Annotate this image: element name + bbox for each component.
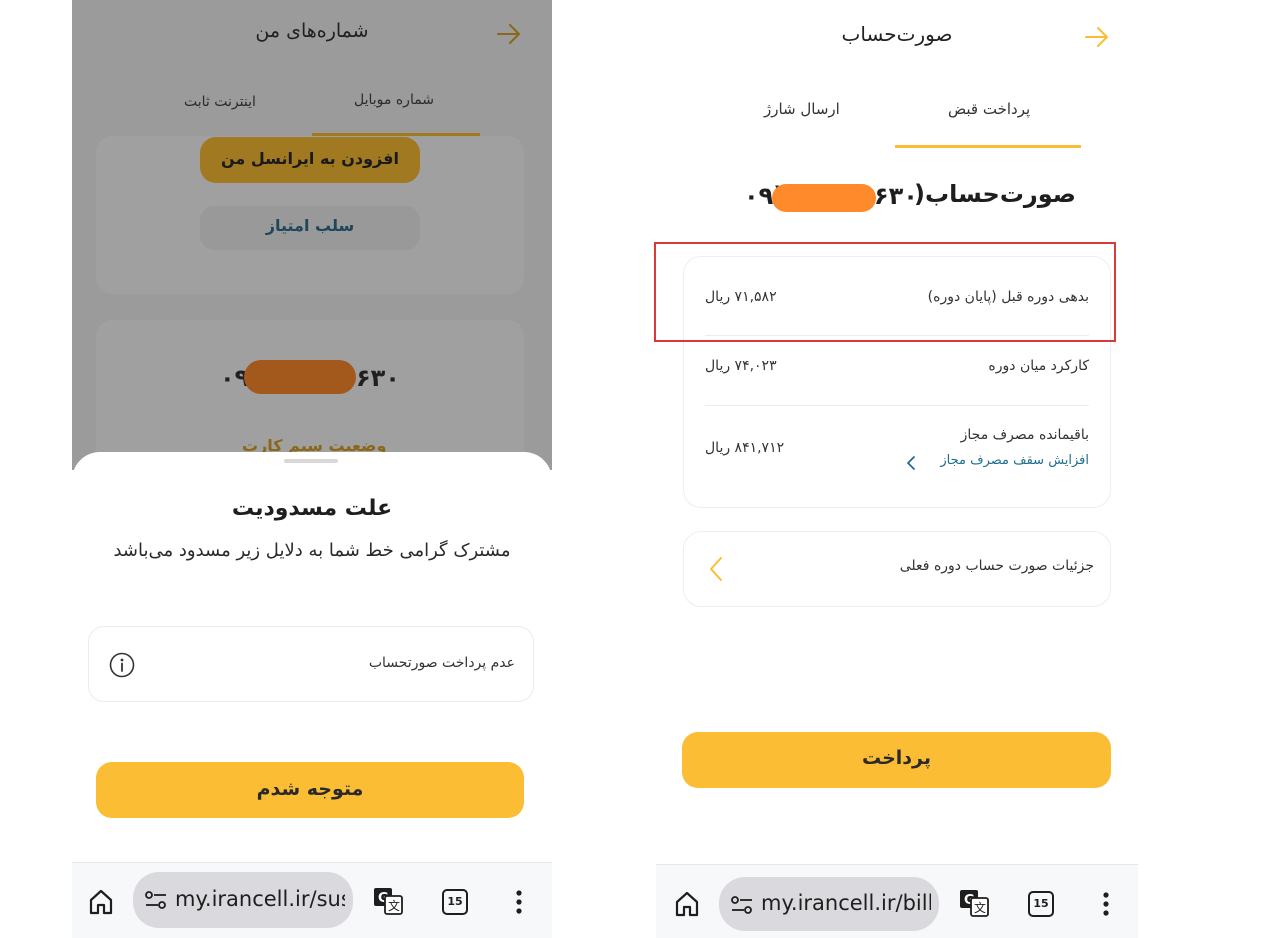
translate-icon[interactable]: G 文 (958, 887, 990, 919)
active-tab-underline (895, 145, 1081, 148)
sheet-subtitle: مشترک گرامی خط شما به دلایل زیر مسدود می… (113, 540, 511, 561)
row-label: کارکرد میان دوره (988, 358, 1089, 374)
pay-button[interactable]: پرداخت (682, 732, 1111, 788)
url-text[interactable]: my.irancell.ir/bill/p (761, 891, 931, 915)
row-remaining-allowance: باقیمانده مصرف مجاز ۸۴۱,۷۱۲ ریال افزایش … (705, 427, 1089, 477)
reason-text: عدم پرداخت صورتحساب (368, 655, 515, 671)
divider (705, 405, 1089, 406)
reason-card: عدم پرداخت صورتحساب (88, 626, 534, 702)
svg-text:文: 文 (388, 898, 400, 913)
tab-switcher-button[interactable]: 15 (442, 889, 468, 915)
chevron-left-icon[interactable] (905, 455, 917, 471)
tab-send-charge[interactable]: ارسال شارژ (764, 100, 840, 118)
redaction-mark (772, 184, 876, 212)
tab-switcher-button[interactable]: 15 (1028, 891, 1054, 917)
svg-text:文: 文 (974, 900, 986, 915)
home-icon[interactable] (88, 888, 114, 916)
chevron-left-icon[interactable] (708, 556, 724, 582)
row-mid-period-usage: کارکرد میان دوره ۷۴,۰۲۳ ریال (705, 358, 1089, 378)
more-menu-icon[interactable] (509, 889, 529, 915)
row-value: ۷۴,۰۲۳ ریال (705, 358, 777, 374)
sheet-drag-handle[interactable] (284, 459, 338, 463)
info-icon (109, 652, 135, 678)
phone-suffix: ۶۳۰ (874, 182, 918, 210)
address-bar[interactable]: my.irancell.ir/bill/p (719, 877, 939, 931)
url-text[interactable]: my.irancell.ir/susp (175, 887, 345, 911)
row-value: ۸۴۱,۷۱۲ ریال (705, 440, 785, 456)
bill-heading: صورت‌حساب( (914, 180, 1076, 208)
increase-limit-link[interactable]: افزایش سقف مصرف مجاز (940, 453, 1089, 468)
home-icon[interactable] (674, 890, 700, 918)
understood-button[interactable]: متوجه شدم (96, 762, 524, 818)
page-title: صورت‌حساب (841, 22, 953, 46)
more-menu-icon[interactable] (1096, 891, 1116, 917)
translate-icon[interactable]: G 文 (372, 885, 404, 917)
details-link-text[interactable]: جزئیات صورت حساب دوره فعلی (900, 558, 1094, 574)
sheet-title: علت مسدودیت (231, 496, 393, 521)
browser-toolbar: my.irancell.ir/bill/p G 文 15 (656, 864, 1138, 938)
site-settings-icon[interactable] (731, 895, 753, 915)
browser-toolbar: my.irancell.ir/susp G 文 15 (72, 862, 552, 938)
address-bar[interactable]: my.irancell.ir/susp (133, 872, 353, 928)
highlight-box (654, 242, 1116, 342)
current-bill-details-card[interactable]: جزئیات صورت حساب دوره فعلی (683, 531, 1111, 607)
site-settings-icon[interactable] (145, 890, 167, 910)
tab-pay-bill[interactable]: پرداخت قبض (948, 100, 1030, 118)
left-phone-screen: شماره‌های من شماره موبایل اینترنت ثابت ا… (72, 0, 552, 938)
row-label: باقیمانده مصرف مجاز (960, 427, 1089, 443)
modal-scrim[interactable] (72, 0, 552, 470)
back-arrow-icon[interactable] (1084, 25, 1110, 49)
right-phone-screen: صورت‌حساب پرداخت قبض ارسال شارژ ۰۹) ۶۳۰ … (656, 0, 1138, 938)
